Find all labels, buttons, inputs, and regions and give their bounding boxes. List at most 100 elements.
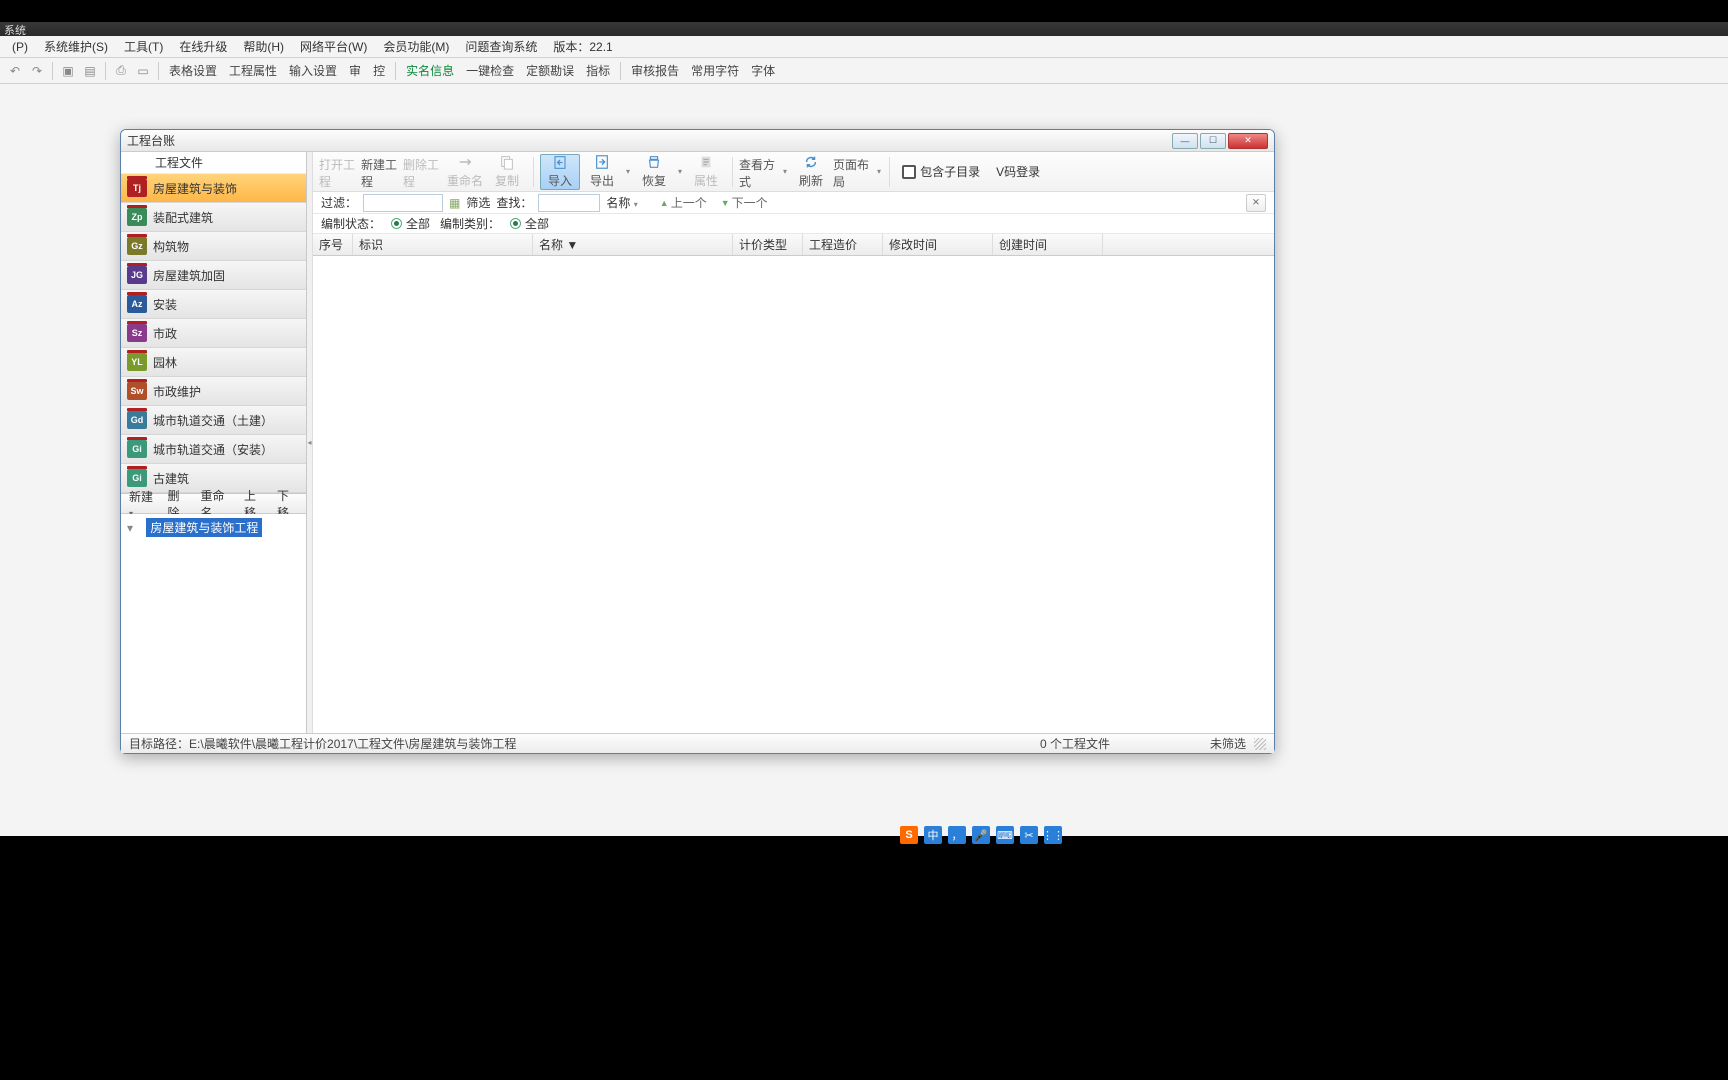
find-next[interactable]: ▼下一个: [717, 194, 772, 211]
dropdown-arrow-icon[interactable]: ▾: [676, 167, 684, 176]
category-item[interactable]: Gi城市轨道交通（安装）: [121, 435, 306, 464]
category-label: 装配式建筑: [153, 209, 213, 226]
compile-state-all[interactable]: 全部: [391, 215, 430, 232]
menubar: (P)系统维护(S)工具(T)在线升级帮助(H)网络平台(W)会员功能(M)问题…: [0, 36, 1728, 58]
resize-grip[interactable]: [1254, 738, 1266, 750]
ime-tool-icon[interactable]: ✂: [1020, 826, 1038, 844]
project-tree[interactable]: ▾ 房屋建筑与装饰工程: [121, 514, 306, 733]
minimize-button[interactable]: —: [1172, 133, 1198, 149]
category-label: 安装: [153, 296, 177, 313]
menu-item[interactable]: 网络平台(W): [292, 36, 375, 57]
common-chars[interactable]: 常用字符: [685, 60, 745, 81]
redo-icon[interactable]: ↷: [26, 60, 48, 82]
category-item[interactable]: JG房屋建筑加固: [121, 261, 306, 290]
find-field-dropdown[interactable]: 名称 ▾: [606, 194, 637, 211]
category-item[interactable]: YL园林: [121, 348, 306, 377]
filter-input[interactable]: [363, 194, 443, 212]
menu-item[interactable]: 工具(T): [116, 36, 171, 57]
toolbar-export[interactable]: 导出: [582, 154, 622, 190]
toolbar-rename[interactable]: 重命名: [445, 154, 485, 190]
column-header[interactable]: 创建时间: [993, 234, 1103, 255]
ime-lang-icon[interactable]: 中: [924, 826, 942, 844]
toolbar-newdoc[interactable]: 新建工程: [361, 154, 401, 190]
toolbar-props[interactable]: 属性: [686, 154, 726, 190]
ime-keyboard-icon[interactable]: ⌨: [996, 826, 1014, 844]
ime-sogou-icon[interactable]: S: [900, 826, 918, 844]
dropdown-arrow-icon[interactable]: ▾: [875, 167, 883, 176]
dropdown-arrow-icon[interactable]: ▾: [781, 167, 789, 176]
filter-icon[interactable]: ▦: [449, 196, 460, 210]
toolbar-import[interactable]: 导入: [540, 154, 580, 190]
toolbar-copy[interactable]: 复制: [487, 154, 527, 190]
categories-header: 工程文件: [121, 152, 306, 174]
ime-menu-icon[interactable]: ⋮⋮: [1044, 826, 1062, 844]
toolbar-layout[interactable]: 页面布局: [833, 154, 873, 190]
state-row: 编制状态： 全部 编制类别： 全部: [313, 214, 1274, 234]
find-label: 查找：: [496, 194, 532, 211]
dropdown-arrow-icon[interactable]: ▾: [624, 167, 632, 176]
find-input[interactable]: [538, 194, 600, 212]
category-item[interactable]: Sw市政维护: [121, 377, 306, 406]
category-icon: Gi: [127, 440, 147, 458]
clear-filter-button[interactable]: ⨯: [1246, 194, 1266, 212]
undo-icon[interactable]: ↶: [4, 60, 26, 82]
category-item[interactable]: Gd城市轨道交通（土建）: [121, 406, 306, 435]
close-button[interactable]: ✕: [1228, 133, 1268, 149]
toolbar-delete[interactable]: 删除工程: [403, 154, 443, 190]
project-props[interactable]: 工程属性: [223, 60, 283, 81]
menu-item[interactable]: 系统维护(S): [36, 36, 116, 57]
ime-panel[interactable]: S 中 ， 🎤 ⌨ ✂ ⋮⋮: [900, 826, 1062, 844]
category-item[interactable]: Tj房屋建筑与装饰: [121, 174, 306, 203]
column-header[interactable]: 工程造价: [803, 234, 883, 255]
quota-errata[interactable]: 定额勘误: [520, 60, 580, 81]
category-item[interactable]: Gz构筑物: [121, 232, 306, 261]
print-icon[interactable]: ⎙: [110, 60, 132, 82]
menu-item[interactable]: 帮助(H): [235, 36, 292, 57]
doc-icon[interactable]: ▤: [79, 60, 101, 82]
filter-button[interactable]: 筛选: [466, 194, 490, 211]
menu-item[interactable]: 版本：22.1: [545, 36, 620, 57]
font[interactable]: 字体: [745, 60, 781, 81]
category-item[interactable]: Az安装: [121, 290, 306, 319]
menu-item[interactable]: 会员功能(M): [375, 36, 457, 57]
toolbar-folder[interactable]: 打开工程: [319, 154, 359, 190]
table-settings[interactable]: 表格设置: [163, 60, 223, 81]
indicator[interactable]: 指标: [580, 60, 616, 81]
column-header[interactable]: 计价类型: [733, 234, 803, 255]
category-icon: Zp: [127, 208, 147, 226]
one-click-check[interactable]: 一键检查: [460, 60, 520, 81]
column-header[interactable]: 序号: [313, 234, 353, 255]
ime-mic-icon[interactable]: 🎤: [972, 826, 990, 844]
menu-item[interactable]: 问题查询系统: [457, 36, 545, 57]
category-label: 市政: [153, 325, 177, 342]
vcode-login[interactable]: V码登录: [996, 163, 1040, 180]
column-header[interactable]: 名称 ▼: [533, 234, 733, 255]
column-header[interactable]: 标识: [353, 234, 533, 255]
refresh-icon: [802, 154, 820, 170]
filter-label: 过滤：: [321, 194, 357, 211]
category-item[interactable]: Zp 装配式建筑: [121, 203, 306, 232]
tree-item-selected[interactable]: 房屋建筑与装饰工程: [146, 518, 262, 537]
export-icon: [593, 154, 611, 170]
page-icon[interactable]: ▭: [132, 60, 154, 82]
toolbar-view[interactable]: 查看方式: [739, 154, 779, 190]
menu-item[interactable]: 在线升级: [171, 36, 235, 57]
audit-report[interactable]: 审核报告: [625, 60, 685, 81]
realname-info[interactable]: 实名信息: [400, 60, 460, 81]
menu-item[interactable]: (P): [4, 38, 36, 56]
find-prev[interactable]: ▲上一个: [656, 194, 711, 211]
checkbox-icon: [902, 165, 916, 179]
category-item[interactable]: Sz市政: [121, 319, 306, 348]
control[interactable]: 控: [367, 60, 391, 81]
compile-type-all[interactable]: 全部: [510, 215, 549, 232]
column-header[interactable]: 修改时间: [883, 234, 993, 255]
audit[interactable]: 审: [343, 60, 367, 81]
ime-punct-icon[interactable]: ，: [948, 826, 966, 844]
grid-body: [313, 256, 1274, 733]
save-icon[interactable]: ▣: [57, 60, 79, 82]
toolbar-refresh[interactable]: 刷新: [791, 154, 831, 190]
toolbar-restore[interactable]: 恢复: [634, 154, 674, 190]
input-settings[interactable]: 输入设置: [283, 60, 343, 81]
maximize-button[interactable]: ☐: [1200, 133, 1226, 149]
include-subfolders-checkbox[interactable]: 包含子目录: [896, 163, 986, 180]
